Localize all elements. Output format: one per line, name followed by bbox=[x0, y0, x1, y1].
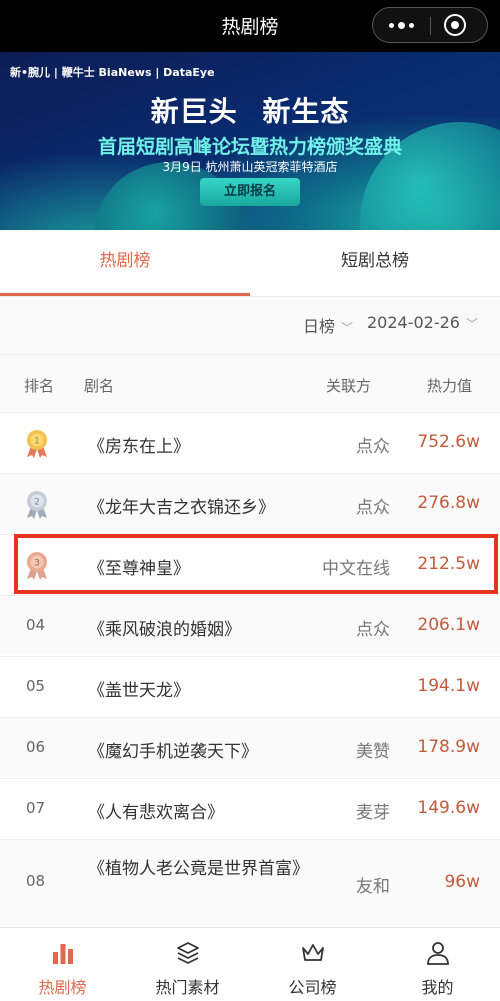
column-rank: 排名 bbox=[24, 377, 55, 395]
heat-value: 276.8w bbox=[417, 493, 480, 513]
close-target-icon[interactable] bbox=[444, 14, 466, 36]
tab-bar: 热剧榜 短剧总榜 bbox=[0, 230, 500, 296]
heat-value: 206.1w bbox=[417, 615, 480, 635]
svg-text:1: 1 bbox=[34, 437, 40, 447]
nav-hot-drama[interactable]: 热剧榜 bbox=[0, 928, 125, 1001]
tab-hot-drama[interactable]: 热剧榜 bbox=[0, 230, 250, 296]
table-row[interactable]: 06 《魔幻手机逆袭天下》 美赞 178.9w bbox=[0, 717, 500, 777]
drama-name: 《魔幻手机逆袭天下》 bbox=[88, 742, 258, 762]
rank-number: 04 bbox=[26, 616, 46, 634]
layers-icon bbox=[177, 942, 199, 964]
date-select[interactable]: 2024-02-26 ﹀ bbox=[367, 313, 478, 337]
gold-medal-icon: 1 bbox=[27, 430, 47, 458]
drama-name: 《盖世天龙》 bbox=[88, 681, 190, 701]
chevron-down-icon: ﹀ bbox=[465, 317, 478, 331]
filter-bar: 日榜 ﹀ 2024-02-26 ﹀ bbox=[0, 296, 500, 354]
heat-value: 149.6w bbox=[417, 798, 480, 818]
table-row[interactable]: 04 《乘风破浪的婚姻》 点众 206.1w bbox=[0, 595, 500, 655]
bar-chart-icon bbox=[53, 944, 73, 964]
silver-medal-icon: 2 bbox=[27, 491, 47, 519]
tab-label: 热剧榜 bbox=[99, 251, 151, 271]
related-party: 点众 bbox=[356, 498, 390, 518]
promo-banner[interactable]: 新•腕儿 | 鞭牛士 BiaNews | DataEye 新巨头 新生态 首届短… bbox=[0, 52, 500, 230]
rank-number: 07 bbox=[26, 799, 46, 817]
drama-name: 《房东在上》 bbox=[88, 437, 190, 457]
nav-label: 热剧榜 bbox=[38, 978, 87, 997]
related-party: 美赞 bbox=[356, 742, 390, 762]
column-party: 关联方 bbox=[326, 377, 372, 395]
drama-name: 《人有悲欢离合》 bbox=[88, 803, 224, 823]
table-row[interactable]: 2 《龙年大吉之衣锦还乡》 点众 276.8w bbox=[0, 473, 500, 533]
more-icon[interactable] bbox=[373, 8, 430, 42]
table-row[interactable]: 07 《人有悲欢离合》 麦芽 149.6w bbox=[0, 778, 500, 838]
drama-name: 《乘风破浪的婚姻》 bbox=[88, 620, 241, 640]
related-party: 点众 bbox=[356, 437, 390, 457]
rank-number: 06 bbox=[26, 738, 46, 756]
top-bar: 热剧榜 bbox=[0, 0, 500, 52]
register-button[interactable]: 立即报名 bbox=[200, 178, 300, 206]
nav-label: 我的 bbox=[421, 978, 454, 997]
banner-logos: 新•腕儿 | 鞭牛士 BiaNews | DataEye bbox=[10, 66, 215, 79]
mini-program-capsule bbox=[372, 7, 488, 43]
nav-label: 公司榜 bbox=[288, 978, 337, 997]
column-name: 剧名 bbox=[84, 377, 115, 395]
chevron-down-icon: ﹀ bbox=[340, 321, 353, 335]
banner-headline: 新巨头 新生态 bbox=[150, 95, 350, 128]
heat-value: 178.9w bbox=[417, 737, 480, 757]
drama-name: 《植物人老公竟是世界首富》 bbox=[88, 859, 309, 879]
highlight-box bbox=[14, 534, 498, 594]
period-select[interactable]: 日榜 ﹀ bbox=[303, 313, 353, 337]
table-row[interactable]: 1 《房东在上》 点众 752.6w bbox=[0, 412, 500, 472]
column-heat: 热力值 bbox=[427, 377, 473, 395]
heat-value: 194.1w bbox=[417, 676, 480, 696]
capsule-divider bbox=[430, 17, 431, 35]
banner-info: 3月9日 杭州萧山英冠索菲特酒店 bbox=[162, 160, 338, 174]
table-row[interactable]: 05 《盖世天龙》 194.1w bbox=[0, 656, 500, 716]
rank-number: 05 bbox=[26, 677, 46, 695]
tab-drama-total[interactable]: 短剧总榜 bbox=[250, 230, 500, 296]
bottom-nav: 热剧榜 热门素材 公司榜 我的 bbox=[0, 927, 500, 1001]
nav-company-ranking[interactable]: 公司榜 bbox=[250, 928, 375, 1001]
rank-number: 08 bbox=[26, 872, 46, 890]
table-header: 排名 剧名 关联方 热力值 bbox=[0, 354, 500, 412]
nav-profile[interactable]: 我的 bbox=[375, 928, 500, 1001]
tab-label: 短剧总榜 bbox=[341, 251, 409, 271]
user-icon bbox=[427, 942, 449, 965]
nav-hot-materials[interactable]: 热门素材 bbox=[125, 928, 250, 1001]
banner-subtitle: 首届短剧高峰论坛暨热力榜颁奖盛典 bbox=[97, 136, 402, 158]
table-row[interactable]: 08 《植物人老公竟是世界首富》 友和 96w bbox=[0, 839, 500, 931]
heat-value: 96w bbox=[444, 872, 480, 892]
nav-label: 热门素材 bbox=[155, 978, 220, 997]
heat-value: 752.6w bbox=[417, 432, 480, 452]
related-party: 友和 bbox=[356, 877, 390, 897]
related-party: 点众 bbox=[356, 620, 390, 640]
crown-icon bbox=[302, 944, 324, 961]
svg-text:2: 2 bbox=[34, 498, 40, 508]
drama-name: 《龙年大吉之衣锦还乡》 bbox=[88, 498, 275, 518]
related-party: 麦芽 bbox=[356, 803, 390, 823]
